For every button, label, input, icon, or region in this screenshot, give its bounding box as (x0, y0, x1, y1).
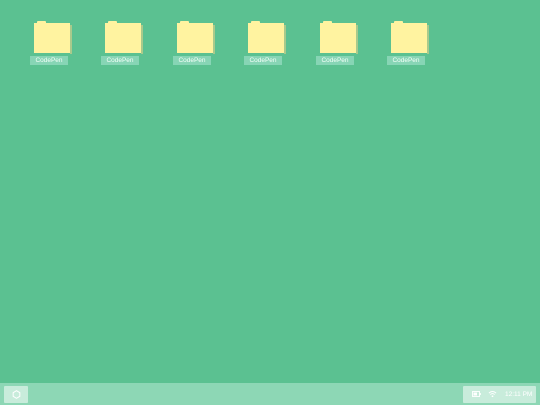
start-button[interactable] (4, 386, 28, 403)
folder-label: CodePen (387, 56, 425, 65)
folder-label: CodePen (244, 56, 282, 65)
desktop-folder[interactable]: CodePen (387, 19, 431, 67)
clock[interactable]: 12:11 PM (505, 386, 532, 403)
desktop-folder[interactable]: CodePen (316, 19, 360, 67)
system-tray: 12:11 PM (463, 386, 536, 403)
folder-label: CodePen (101, 56, 139, 65)
battery-icon[interactable] (472, 391, 481, 397)
folder-icon (34, 21, 72, 54)
desktop-folder[interactable]: CodePen (101, 19, 145, 67)
folder-label: CodePen (316, 56, 354, 65)
folder-label: CodePen (173, 56, 211, 65)
desktop-folder[interactable]: CodePen (244, 19, 288, 67)
desktop: CodePen CodePen CodePen CodePen CodePen … (0, 0, 540, 383)
desktop-folder[interactable]: CodePen (173, 19, 217, 67)
folder-icon (177, 21, 215, 54)
folder-icon (320, 21, 358, 54)
folder-icon (391, 21, 429, 54)
taskbar: 12:11 PM (0, 383, 540, 405)
folder-label: CodePen (30, 56, 68, 65)
wifi-icon[interactable] (488, 390, 497, 398)
folder-icon (105, 21, 143, 54)
folder-icon (248, 21, 286, 54)
desktop-folder[interactable]: CodePen (30, 19, 74, 67)
hexagon-icon (12, 390, 20, 399)
